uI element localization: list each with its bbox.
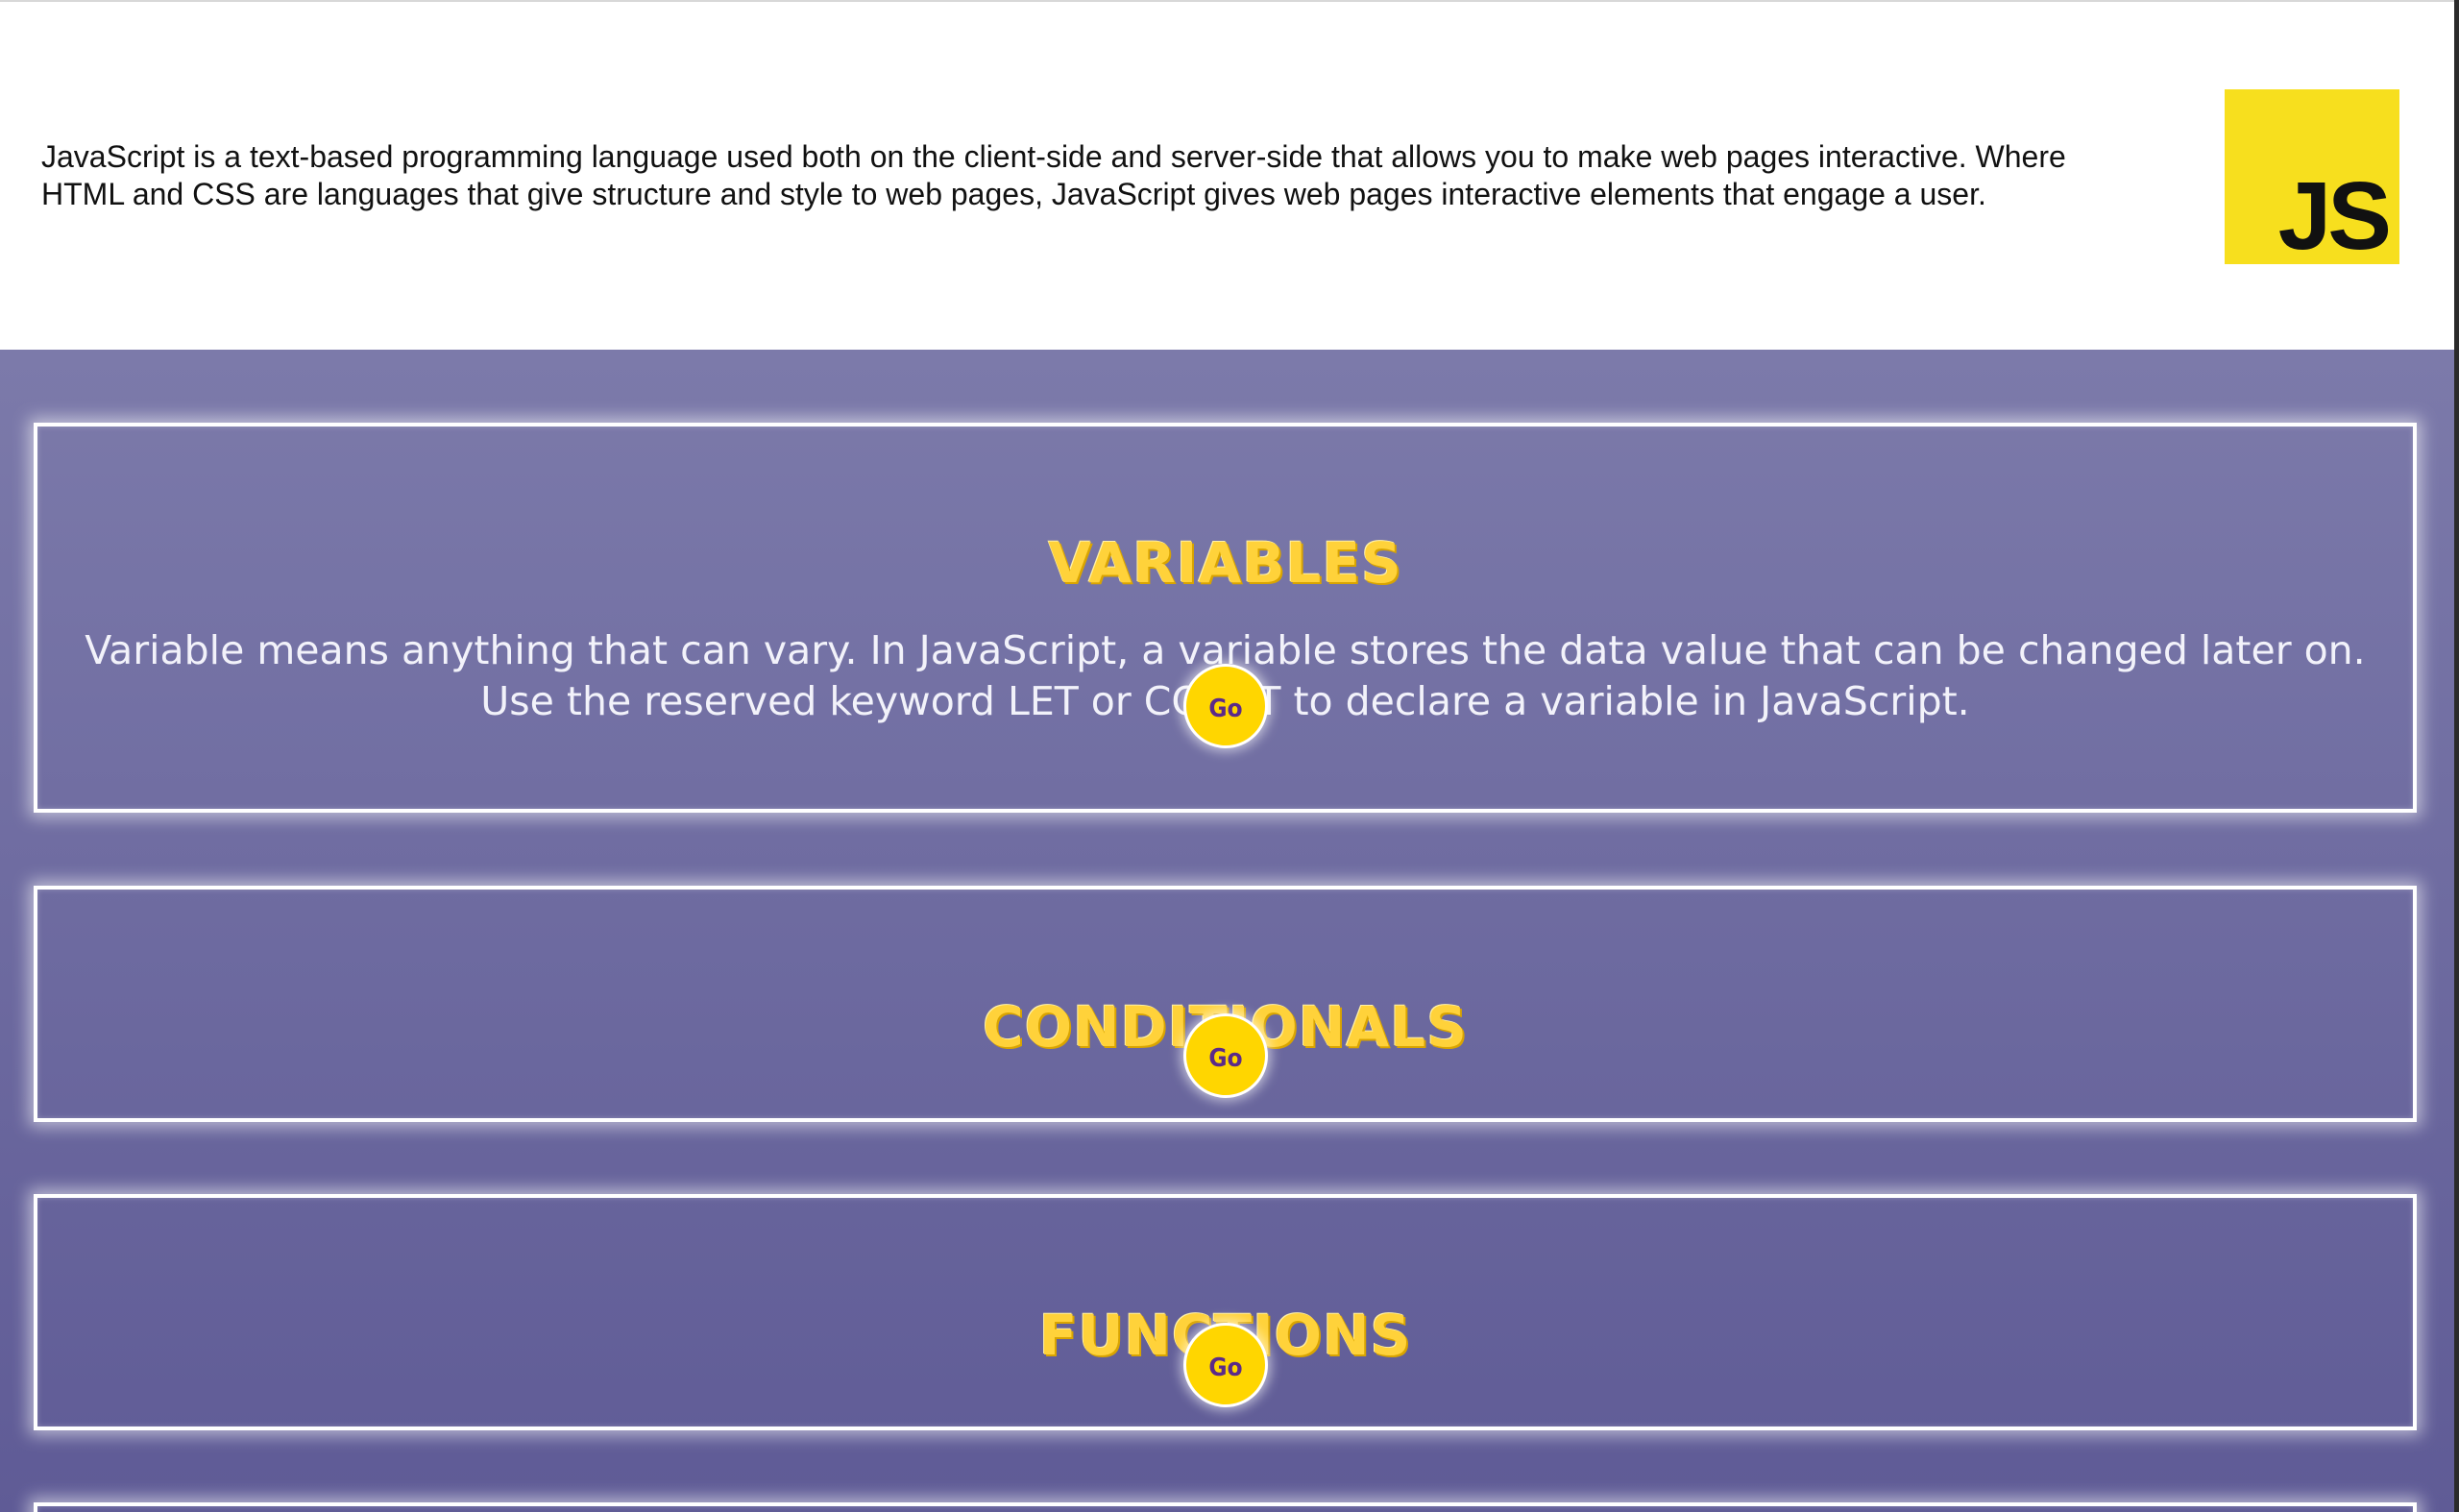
intro-text: JavaScript is a text-based programming l… [41, 139, 2066, 211]
js-logo: JS [2225, 89, 2399, 264]
intro-section: JavaScript is a text-based programming l… [0, 2, 2454, 350]
go-button-conditionals[interactable]: Go [1183, 1013, 1268, 1098]
section-card-next [34, 1502, 2417, 1512]
section-title: VARIABLES [1048, 530, 1402, 596]
js-logo-text: JS [2277, 162, 2392, 270]
topics-area: VARIABLES Variable means anything that c… [0, 350, 2454, 1512]
page: JavaScript is a text-based programming l… [0, 0, 2459, 1512]
go-button-variables[interactable]: Go [1183, 664, 1268, 748]
window-edge [2454, 0, 2459, 1512]
section-card-variables: VARIABLES Variable means anything that c… [34, 423, 2417, 813]
section-card-functions: FUNCTIONS Go [34, 1194, 2417, 1430]
section-card-conditionals: CONDITIONALS Go [34, 886, 2417, 1122]
go-button-functions[interactable]: Go [1183, 1323, 1268, 1407]
